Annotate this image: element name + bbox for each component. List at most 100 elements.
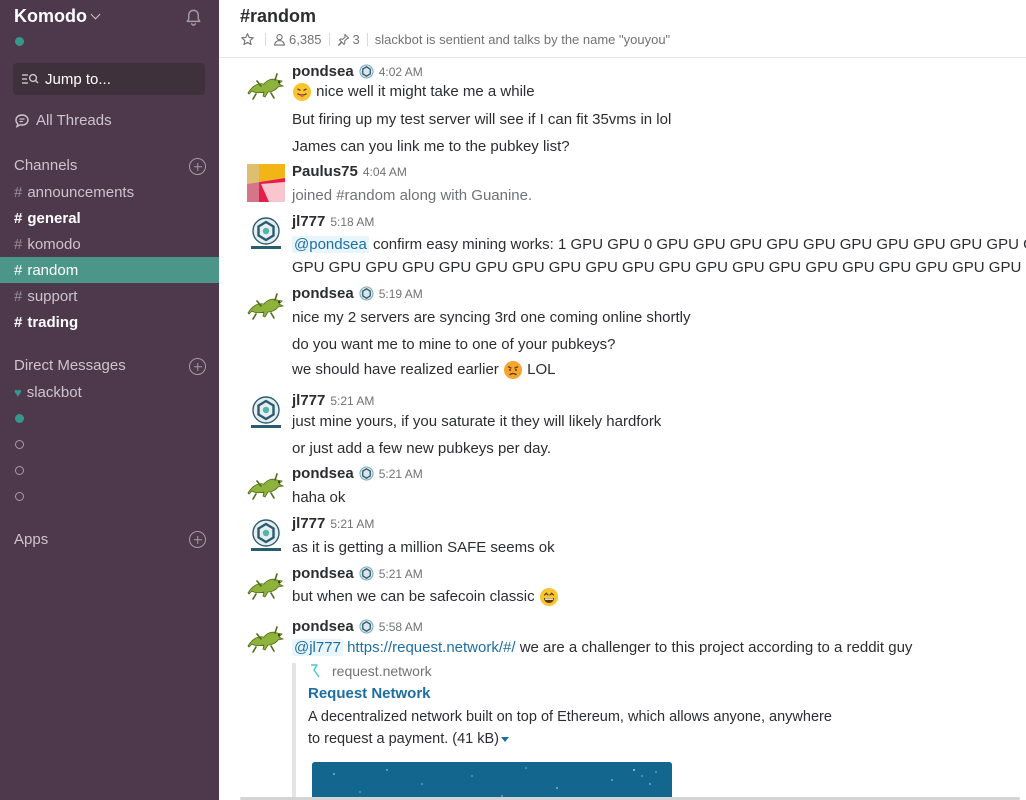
attachment-description: A decentralized network built on top of … [308,706,832,750]
all-threads-link[interactable]: All Threads [14,112,112,129]
message-line: LOL [527,360,556,378]
timestamp[interactable]: 5:21 AM [330,394,374,408]
author-name[interactable]: Paulus75 [292,163,358,180]
threads-icon [15,113,29,128]
user-mention[interactable]: @pondsea [292,236,369,253]
team-name[interactable]: Komodo [14,6,87,27]
author-name[interactable]: jl777 [292,515,325,532]
message-list[interactable]: pondsea 4:02 AM nice well it might take … [219,58,1026,800]
direct-messages-heading[interactable]: Direct Messages [14,357,126,374]
author-name[interactable]: pondsea [292,63,354,80]
timestamp[interactable]: 4:04 AM [363,165,407,179]
author-name[interactable]: pondsea [292,618,354,635]
message-header: pondsea 5:19 AM [292,285,423,302]
bell-icon[interactable] [184,8,203,27]
avatar-gecko-icon[interactable] [247,566,285,604]
message-text: @jl777 https://request.network/#/ we are… [292,639,912,656]
author-name[interactable]: jl777 [292,213,325,230]
attachment-description-line: to request a payment. (41 kB) [308,728,712,750]
message-header: pondsea 5:21 AM [292,465,423,482]
message-text: GPU GPU GPU GPU GPU GPU GPU GPU GPU GPU … [292,259,1026,276]
chevron-down-icon[interactable] [90,9,101,20]
komodo-badge-icon [359,619,374,634]
message-text: @pondsea confirm easy mining works: 1 GP… [292,236,1026,253]
channels-heading[interactable]: Channels [14,157,77,174]
message-header: pondsea 5:21 AM [292,565,423,582]
sidebar-item-announcements[interactable]: # announcements [0,179,219,205]
message-text: nice my 2 servers are syncing 3rd one co… [292,309,691,326]
avatar-komodo-icon[interactable] [247,393,285,431]
add-dm-icon[interactable] [189,358,206,375]
author-name[interactable]: pondsea [292,465,354,482]
starfield-image [312,762,672,800]
channel-name: support [27,287,78,305]
timestamp[interactable]: 5:19 AM [379,287,423,301]
member-count[interactable]: 6,385 [289,32,322,47]
channel-topic[interactable]: slackbot is sentient and talks by the na… [375,32,670,47]
divider [328,33,330,46]
add-app-icon[interactable] [189,531,206,548]
add-channel-icon[interactable] [189,158,206,175]
sidebar-item-slackbot[interactable]: ♥ slackbot [0,379,219,405]
author-name[interactable]: pondsea [292,285,354,302]
avatar-komodo-icon[interactable] [247,214,285,252]
user-mention[interactable]: @jl777 [292,639,343,656]
pinned-count[interactable]: 3 [353,32,360,47]
sidebar-item-trading[interactable]: # trading [0,309,219,335]
request-network-icon [311,664,320,678]
avatar-gecko-icon[interactable] [247,619,285,657]
avatar-komodo-icon[interactable] [247,516,285,554]
author-name[interactable]: pondsea [292,565,354,582]
attachment-title[interactable]: Request Network [308,685,712,702]
team-menu[interactable]: Komodo [14,6,101,27]
message-text: just mine yours, if you saturate it they… [292,413,662,430]
avatar-gecko-icon[interactable] [247,286,285,324]
presence-indicator [15,37,24,46]
attachment-image[interactable] [312,762,672,800]
sidebar-item-support[interactable]: # support [0,283,219,309]
dm-offline-dot[interactable] [15,466,24,475]
message-text: or just add a few new pubkeys per day. [292,440,552,457]
timestamp[interactable]: 5:18 AM [330,215,374,229]
all-threads-label: All Threads [36,112,112,129]
heart-icon: ♥ [14,384,22,400]
jump-to-button[interactable]: Jump to... [13,63,205,95]
message-header: pondsea 4:02 AM [292,63,423,80]
message-line: nice well it might take me a while [316,82,535,100]
channel-meta: 6,385 3 slackbot is sentient and talks b… [240,32,670,47]
message-header: pondsea 5:58 AM [292,618,423,635]
avatar-gecko-icon[interactable] [247,66,285,104]
channel-name: trading [27,313,79,331]
timestamp[interactable]: 5:21 AM [379,567,423,581]
apps-heading[interactable]: Apps [14,531,48,548]
dm-offline-dot[interactable] [15,492,24,501]
url-link[interactable]: https://request.network/#/ [347,639,515,656]
message-line: confirm easy mining works: 1 GPU GPU 0 G… [372,236,1026,253]
channel-name: random [27,261,79,279]
dm-offline-dot[interactable] [15,440,24,449]
dm-online-dot[interactable] [15,414,24,423]
timestamp[interactable]: 5:58 AM [379,620,423,634]
message-header: jl777 5:21 AM [292,515,374,532]
avatar-paulus-icon[interactable] [247,164,285,202]
sidebar-item-komodo[interactable]: # komodo [0,231,219,257]
channel-title[interactable]: #random [240,6,316,27]
dm-name: slackbot [26,383,82,401]
hash-icon: # [14,313,23,331]
avatar-gecko-icon[interactable] [247,466,285,504]
author-name[interactable]: jl777 [292,392,325,409]
komodo-badge-icon [359,466,374,481]
sidebar-item-general[interactable]: # general [0,205,219,231]
sidebar-item-random[interactable]: # random [0,257,219,283]
caret-down-icon[interactable] [501,736,510,742]
timestamp[interactable]: 5:21 AM [379,467,423,481]
hash-icon: # [14,287,23,305]
star-icon[interactable] [240,32,255,47]
timestamp[interactable]: 4:02 AM [379,65,423,79]
pin-icon [337,33,349,46]
grinning-emoji-icon [539,588,558,606]
channel-name: komodo [27,235,81,253]
message-text: as it is getting a million SAFE seems ok [292,539,555,556]
message-line: we should have realized earlier [292,360,499,378]
timestamp[interactable]: 5:21 AM [330,517,374,531]
